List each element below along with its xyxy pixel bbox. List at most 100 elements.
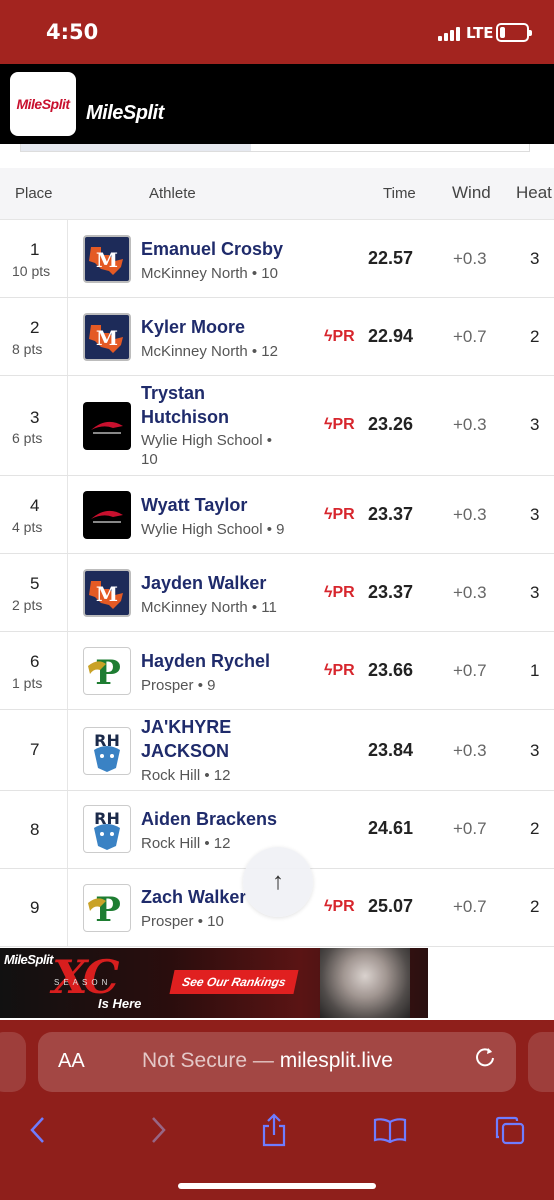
next-tab-preview[interactable]	[528, 1032, 554, 1092]
place-points: 4 pts	[12, 519, 43, 535]
result-heat: 3	[530, 741, 540, 760]
athlete-name-link[interactable]: Zach Walker	[141, 885, 246, 909]
ad-brand: MileSplit	[4, 952, 53, 967]
column-place: Place	[15, 185, 53, 202]
pr-badge: ϟPR	[324, 416, 355, 433]
pr-badge: ϟPR	[324, 328, 355, 345]
previous-tab-preview[interactable]	[0, 1032, 26, 1092]
result-heat: 3	[530, 583, 540, 602]
tab-active[interactable]	[21, 144, 251, 151]
place-points: 2 pts	[12, 597, 43, 613]
athlete-name-link[interactable]: Kyler Moore	[141, 315, 245, 339]
place-number: 5	[30, 574, 40, 593]
result-wind: +0.7	[453, 661, 487, 680]
athlete-team: Prosper • 9	[141, 677, 216, 694]
milesplit-app-icon[interactable]: MileSplit	[10, 72, 76, 136]
bookmarks-icon[interactable]	[370, 1110, 410, 1150]
result-wind: +0.7	[453, 819, 487, 838]
athlete-name-link[interactable]: Wyatt Taylor	[141, 493, 247, 517]
result-heat: 1	[530, 661, 540, 680]
ad-season: SEASON	[54, 978, 112, 987]
ad-cta-button[interactable]: See Our Rankings	[169, 970, 299, 994]
network-label: LTE	[466, 24, 494, 42]
result-time: 25.07	[368, 896, 414, 916]
result-wind: +0.3	[453, 415, 487, 434]
status-bar: 4:50 LTE	[0, 0, 554, 64]
table-row[interactable]: 4 4 pts Wyatt Taylor Wylie High School •…	[0, 476, 554, 554]
result-time: 23.26	[368, 414, 414, 434]
table-row[interactable]: 7 RH JA'KHYRE JACKSON Rock Hill • 12 23.…	[0, 710, 554, 791]
pr-badge: ϟPR	[324, 898, 355, 915]
place-points: 6 pts	[12, 430, 43, 446]
result-wind: +0.3	[453, 249, 487, 268]
place-points: 10 pts	[12, 263, 51, 279]
signal-icon	[438, 25, 460, 41]
pr-badge: ϟPR	[324, 506, 355, 523]
url-text[interactable]: Not Secure — milesplit.live	[142, 1049, 393, 1073]
pr-badge: ϟPR	[324, 584, 355, 601]
athlete-name-link[interactable]: Hayden Rychel	[141, 649, 270, 673]
table-row[interactable]: 2 8 pts M Kyler Moore McKinney North • 1…	[0, 298, 554, 376]
result-wind: +0.7	[453, 897, 487, 916]
athlete-team: McKinney North • 10	[141, 265, 278, 282]
result-heat: 3	[530, 249, 540, 268]
result-time: 23.66	[368, 660, 414, 680]
reload-icon[interactable]	[474, 1046, 496, 1075]
scroll-to-top-button[interactable]: ↑	[243, 847, 313, 917]
column-time: Time	[383, 185, 416, 202]
place-number: 9	[30, 898, 40, 917]
ad-banner[interactable]: MileSplit XC SEASON Is Here See Our Rank…	[0, 948, 554, 1020]
result-time: 22.57	[368, 248, 414, 268]
forward-icon[interactable]	[138, 1110, 178, 1150]
result-wind: +0.3	[453, 583, 487, 602]
pr-badge: ϟPR	[324, 662, 355, 679]
table-row[interactable]: 6 1 pts P Hayden Rychel Prosper • 9 ϟPR …	[0, 632, 554, 710]
svg-text:P: P	[95, 653, 121, 693]
back-icon[interactable]	[18, 1110, 58, 1150]
athlete-name-link[interactable]: Trystan Hutchison	[141, 381, 229, 429]
prosper-logo: P	[83, 647, 131, 695]
share-icon[interactable]	[254, 1110, 294, 1150]
place-points: 8 pts	[12, 341, 43, 357]
rock-hill-logo: RH	[83, 727, 131, 775]
athlete-name-link[interactable]: Jayden Walker	[141, 571, 266, 595]
athlete-team: Rock Hill • 12	[141, 835, 231, 852]
reader-options-button[interactable]: AA	[58, 1050, 85, 1073]
result-heat: 3	[530, 415, 540, 434]
home-indicator[interactable]	[178, 1183, 376, 1189]
svg-text:M: M	[96, 326, 118, 350]
place-number: 1	[30, 240, 40, 259]
table-header: Place Athlete Time Wind Heat	[0, 168, 554, 220]
tab-bar	[20, 144, 530, 152]
column-heat: Heat	[516, 183, 552, 202]
athlete-name-link[interactable]: JA'KHYRE JACKSON	[141, 715, 231, 763]
place-number: 4	[30, 496, 40, 515]
athlete-team: Wylie High School • 10	[141, 432, 273, 468]
athlete-team: McKinney North • 11	[141, 599, 277, 616]
mckinney-north-logo: M	[83, 313, 131, 361]
svg-text:M: M	[96, 248, 118, 272]
battery-icon	[496, 23, 532, 42]
place-number: 7	[30, 740, 40, 759]
tabs-icon[interactable]	[490, 1110, 530, 1150]
table-row[interactable]: 3 6 pts Trystan Hutchison Wylie High Sch…	[0, 376, 554, 476]
place-number: 6	[30, 652, 40, 671]
result-wind: +0.7	[453, 327, 487, 346]
result-heat: 3	[530, 505, 540, 524]
results-table: Place Athlete Time Wind Heat 1 10 pts M …	[0, 168, 554, 947]
athlete-name-link[interactable]: Aiden Brackens	[141, 807, 277, 831]
address-bar[interactable]: AA Not Secure — milesplit.live	[38, 1032, 516, 1092]
app-icon-label: MileSplit	[16, 96, 70, 112]
athlete-name-link[interactable]: Emanuel Crosby	[141, 237, 283, 261]
prosper-logo: P	[83, 884, 131, 932]
result-time: 24.61	[368, 818, 414, 838]
browser-toolbar: AA Not Secure — milesplit.live	[0, 1020, 554, 1200]
table-row[interactable]: 1 10 pts M Emanuel Crosby McKinney North…	[0, 220, 554, 298]
result-heat: 2	[530, 819, 540, 838]
place-number: 2	[30, 318, 40, 337]
table-row[interactable]: 5 2 pts M Jayden Walker McKinney North •…	[0, 554, 554, 632]
arrow-up-icon: ↑	[272, 868, 284, 895]
column-wind: Wind	[452, 183, 491, 202]
ad-tagline: Is Here	[98, 996, 142, 1011]
milesplit-logo[interactable]: MileSplit	[86, 102, 164, 125]
